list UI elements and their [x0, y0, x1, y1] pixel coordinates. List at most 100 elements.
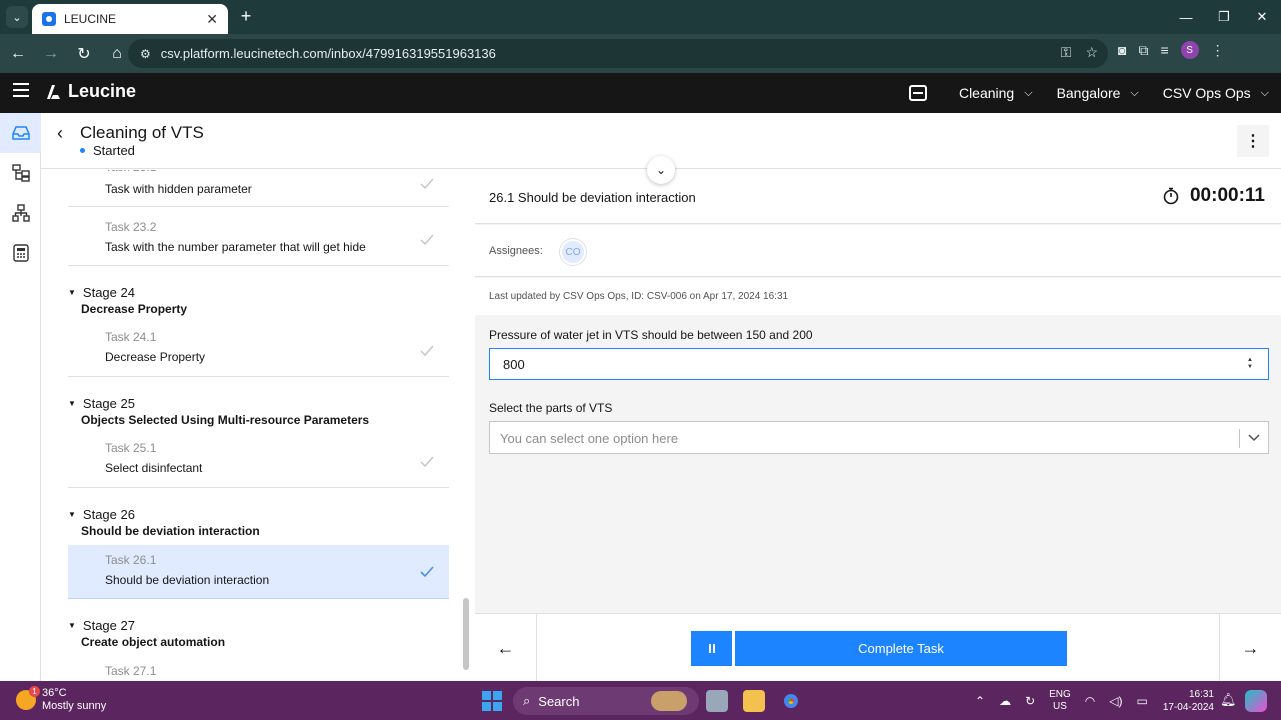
stage-label: Stage 25 [82, 396, 135, 411]
avatar[interactable]: CO [560, 239, 586, 265]
weather-badge: 1 [29, 686, 40, 697]
restore-icon[interactable]: ❐ [1205, 0, 1243, 34]
url-text[interactable]: csv.platform.leucinetech.com/inbox/47991… [161, 46, 496, 61]
caret-down-icon[interactable]: ▼ [68, 621, 76, 630]
weather-widget[interactable]: 1 36°C Mostly sunny [16, 686, 107, 713]
ontology-icon[interactable] [0, 193, 41, 233]
site-info-icon[interactable]: ⚙ [140, 47, 151, 61]
profile-avatar[interactable]: S [1180, 41, 1199, 59]
pause-button[interactable] [691, 631, 732, 666]
system-tray: ⌃ ☁ ↻ ENG US ◠ ◁) ▭ [975, 689, 1148, 713]
tab-search-button[interactable]: ⌄ [6, 6, 28, 28]
app-header: Leucine Cleaning ⌵ Bangalore ⌵ CSV Ops O… [0, 73, 1281, 113]
list-item[interactable]: Task 27.1 [68, 656, 449, 681]
collapse-header-chevron-icon[interactable]: ⌄ [647, 156, 675, 184]
wifi-icon[interactable]: ◠ [1085, 694, 1095, 708]
new-tab-button[interactable]: + [236, 6, 256, 27]
window-controls: — ❐ ✕ [1167, 0, 1281, 34]
stage-label: Stage 24 [82, 285, 135, 300]
select-parameter-dropdown[interactable]: You can select one option here [489, 421, 1269, 454]
use-case-selector[interactable]: Cleaning ⌵ [959, 85, 1033, 101]
minimize-icon[interactable]: — [1167, 0, 1205, 34]
extensions-icon[interactable]: ⧉ [1138, 42, 1148, 59]
media-control-icon[interactable]: ≡ [1160, 42, 1168, 58]
number-parameter-value[interactable]: 800 [503, 357, 525, 372]
browser-menu-icon[interactable]: ⋮ [1211, 42, 1225, 59]
taskbar-search[interactable]: ⌕ Search [513, 687, 699, 715]
list-item[interactable]: Task 23.2 Task with the number parameter… [68, 208, 449, 266]
leucine-logo-icon [47, 84, 60, 99]
lang-top: ENG [1049, 689, 1071, 700]
camera-extension-icon[interactable]: ◙ [1118, 42, 1126, 58]
number-stepper-icon[interactable]: ▲ ▼ [1246, 357, 1254, 371]
chevron-down-icon[interactable] [1248, 431, 1260, 443]
browser-tab[interactable]: LEUCINE ✕ [32, 4, 228, 34]
copilot-icon[interactable] [1245, 690, 1267, 712]
stage-header[interactable]: ▼ Stage 27 Create object automation [68, 618, 448, 649]
taskbar-clock[interactable]: 16:31 17-04-2024 [1160, 688, 1214, 714]
list-item[interactable]: Task 24.1 Decrease Property [68, 322, 449, 377]
task-id: Task 23.1 [105, 170, 156, 174]
volume-icon[interactable]: ◁) [1109, 694, 1122, 708]
bookmark-star-icon[interactable]: ☆ [1085, 44, 1098, 61]
status-badge: Started [80, 143, 135, 158]
list-item[interactable]: Task 25.1 Select disinfectant [68, 433, 449, 488]
caret-down-icon[interactable]: ▼ [68, 399, 76, 408]
file-explorer-icon[interactable] [743, 690, 765, 712]
logo-text: Leucine [68, 81, 137, 101]
language-indicator[interactable]: ENG US [1049, 689, 1071, 713]
browser-toolbar: ← → ↻ ⌂ ⚙ csv.platform.leucinetech.com/i… [0, 34, 1281, 73]
caret-down-icon[interactable]: ▼ [68, 288, 76, 297]
user-menu[interactable]: CSV Ops Ops ⌵ [1163, 85, 1269, 101]
clock-date: 17-04-2024 [1162, 702, 1214, 713]
task-name: Decrease Property [105, 350, 206, 364]
more-options-icon[interactable]: ⋮ [1237, 125, 1269, 157]
battery-icon[interactable]: ▭ [1137, 694, 1148, 708]
hamburger-menu-icon[interactable] [13, 83, 29, 97]
close-tab-icon[interactable]: ✕ [206, 11, 218, 28]
facility-selector[interactable]: Bangalore ⌵ [1057, 85, 1139, 101]
windows-start-icon[interactable] [482, 691, 502, 711]
number-parameter-label: Pressure of water jet in VTS should be b… [489, 328, 813, 342]
onedrive-cloud-icon[interactable]: ☁ [999, 694, 1011, 708]
process-tree-icon[interactable] [0, 153, 41, 193]
caret-down-icon[interactable]: ▼ [68, 510, 76, 519]
scan-qr-button[interactable] [908, 85, 935, 101]
task-name: Select disinfectant [105, 461, 203, 475]
task-view-icon[interactable] [706, 690, 728, 712]
notification-bell-icon[interactable]: 🔔︎ [1220, 692, 1237, 708]
task-list-panel[interactable]: Task 23.1 Task with hidden parameter Tas… [41, 170, 474, 681]
stage-header[interactable]: ▼ Stage 24 Decrease Property [68, 285, 448, 316]
number-parameter-input[interactable]: 800 ▲ ▼ [489, 348, 1269, 380]
task-list-scrollbar[interactable] [463, 598, 469, 670]
inbox-icon[interactable] [0, 113, 41, 153]
close-window-icon[interactable]: ✕ [1243, 0, 1281, 34]
task-timer: 00:00:11 [1162, 185, 1265, 207]
check-icon [420, 345, 434, 357]
search-highlight-icon [651, 691, 687, 711]
tab-title: LEUCINE [64, 12, 117, 26]
left-nav-rail [0, 113, 41, 681]
address-bar[interactable]: ⚙ csv.platform.leucinetech.com/inbox/479… [128, 39, 1108, 68]
stage-header[interactable]: ▼ Stage 26 Should be deviation interactio… [68, 507, 448, 538]
timer-value: 00:00:11 [1189, 185, 1265, 206]
back-icon[interactable]: ← [3, 39, 33, 69]
lang-bottom: US [1053, 701, 1067, 712]
chrome-icon[interactable] [780, 690, 802, 712]
next-task-arrow-icon[interactable]: → [1219, 614, 1281, 682]
complete-task-button[interactable]: Complete Task [735, 631, 1067, 666]
sync-icon[interactable]: ↻ [1025, 694, 1035, 708]
clock-time: 16:31 [1188, 689, 1214, 700]
stage-header[interactable]: ▼ Stage 25 Objects Selected Using Multi-r… [68, 396, 448, 427]
back-arrow-icon[interactable]: ‹ [57, 123, 63, 144]
list-item[interactable]: Task 23.1 Task with hidden parameter [68, 170, 449, 207]
weather-condition: Mostly sunny [42, 700, 107, 712]
reload-icon[interactable]: ↻ [69, 39, 99, 69]
reports-icon[interactable] [0, 233, 41, 273]
use-case-label: Cleaning [958, 85, 1015, 101]
password-key-icon[interactable]: ⚿ [1061, 44, 1072, 61]
previous-task-arrow-icon[interactable]: ← [475, 614, 537, 682]
forward-icon[interactable]: → [36, 39, 66, 69]
list-item-active[interactable]: Task 26.1 Should be deviation interactio… [68, 545, 449, 599]
chevron-up-icon[interactable]: ⌃ [975, 694, 985, 708]
